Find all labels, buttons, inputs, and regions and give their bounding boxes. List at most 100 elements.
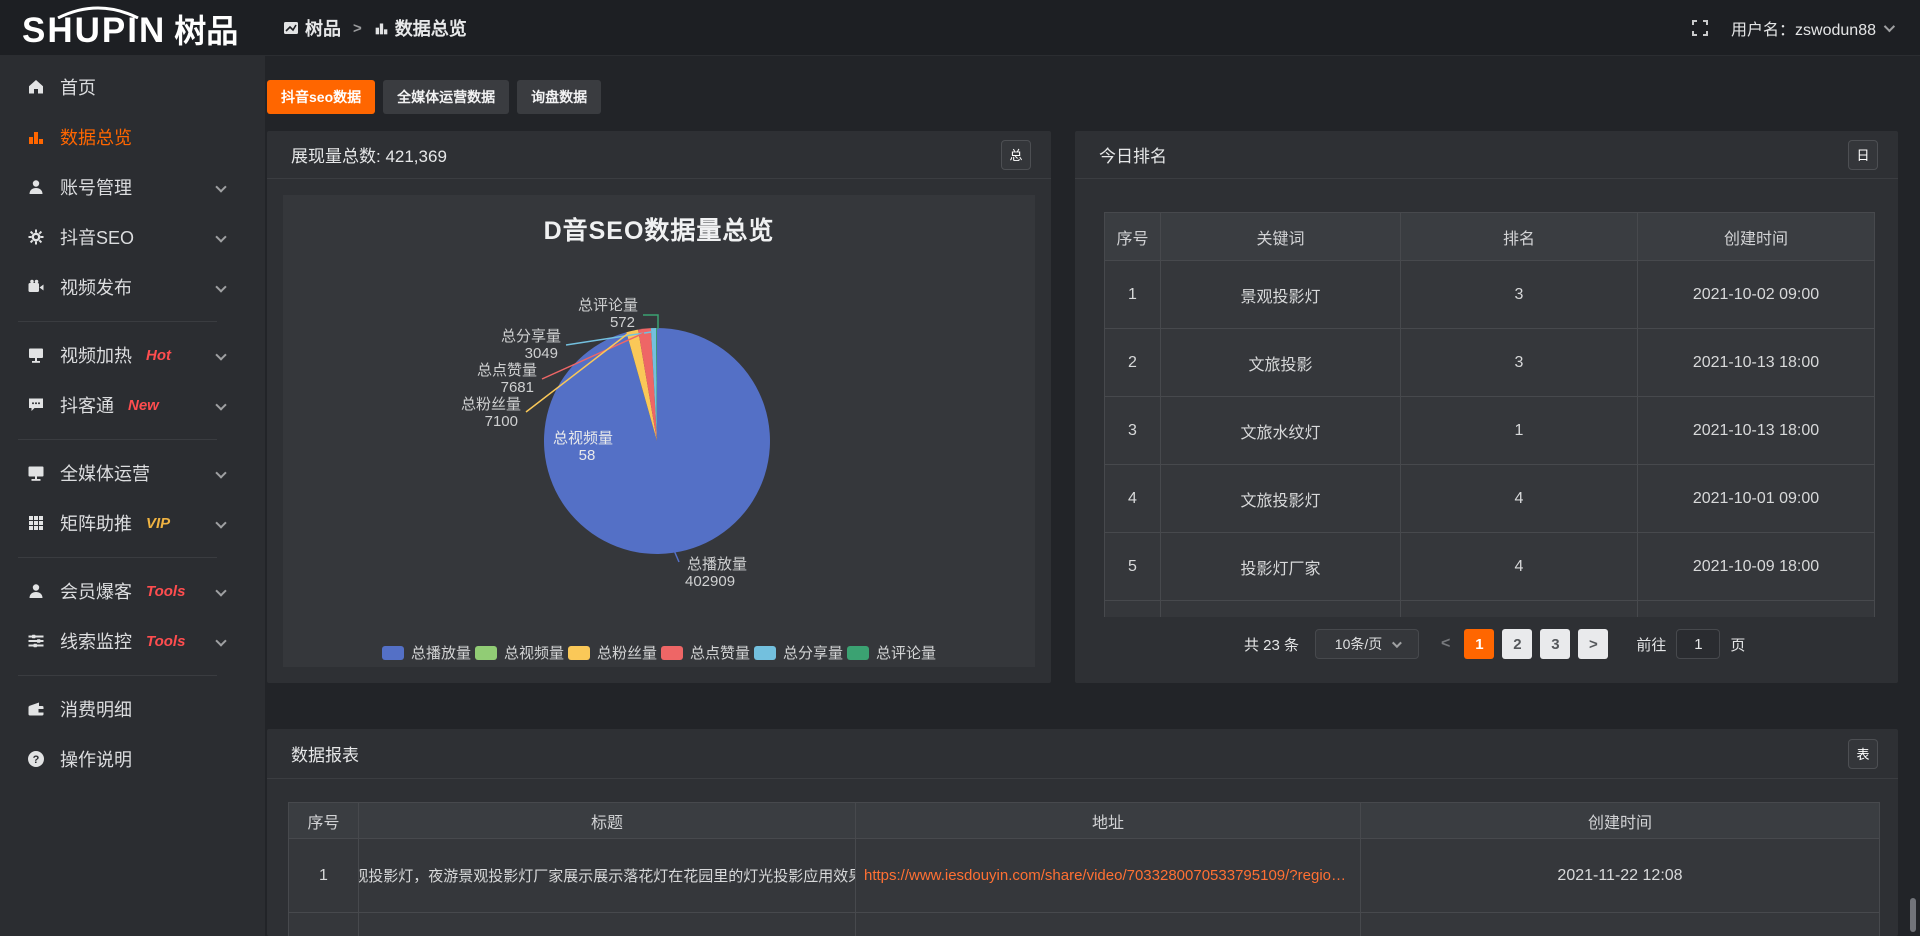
sidebar-item-account[interactable]: 账号管理: [0, 162, 265, 212]
fullscreen-icon[interactable]: [1691, 19, 1709, 37]
chevron-down-icon: [215, 635, 226, 646]
sliders-icon: [27, 632, 45, 650]
sidebar-item-help[interactable]: ? 操作说明: [0, 734, 265, 784]
col-header: 关键词: [1161, 213, 1401, 260]
cell: 3: [1401, 329, 1638, 396]
pie-label-plays: 总播放量 402909: [685, 556, 747, 590]
cell: 4: [1105, 465, 1161, 532]
cell: 4: [1401, 533, 1638, 600]
legend-item-videos[interactable]: 总视频量: [475, 642, 564, 663]
topbar: SHUPIN 树品 树品 > 数据总览 用户名：zswodun88: [0, 0, 1920, 56]
rank-table-header: 序号 关键词 排名 创建时间: [1105, 213, 1874, 261]
cell: 1: [289, 839, 359, 912]
page-size-select[interactable]: 10条/页: [1315, 629, 1419, 659]
table-row: 5 投影灯厂家 4 2021-10-09 18:00: [1105, 533, 1874, 601]
tab-douyin-seo-data[interactable]: 抖音seo数据: [267, 80, 375, 114]
table-row: 4 文旅投影灯 4 2021-10-01 09:00: [1105, 465, 1874, 533]
tools-badge: Tools: [146, 583, 185, 600]
cell: 3: [1105, 397, 1161, 464]
sidebar-item-matrix-boost[interactable]: 矩阵助推 VIP: [0, 498, 265, 548]
svg-text:?: ?: [33, 754, 40, 766]
pagination: 共 23 条 10条/页 < 1 2 3 > 前往 页: [1244, 628, 1745, 660]
breadcrumb-root[interactable]: 树品: [283, 15, 341, 41]
user-menu[interactable]: 用户名：zswodun88: [1731, 16, 1892, 40]
prev-page-button[interactable]: <: [1441, 635, 1450, 653]
sidebar-item-douyin-seo[interactable]: 抖音SEO: [0, 212, 265, 262]
sidebar-item-douketong[interactable]: 抖客通 New: [0, 380, 265, 430]
rank-table: 序号 关键词 排名 创建时间 1 景观投影灯 3 2021-10-02 09:0…: [1104, 212, 1875, 617]
legend-item-plays[interactable]: 总播放量: [382, 642, 471, 663]
col-header: 排名: [1401, 213, 1638, 260]
sidebar-item-data-overview[interactable]: 数据总览: [0, 112, 265, 162]
table-row: 3 文旅水纹灯 1 2021-10-13 18:00: [1105, 397, 1874, 465]
chevron-down-icon: [215, 181, 226, 192]
jump-suffix: 页: [1730, 634, 1745, 655]
cell: 文旅投影: [1161, 329, 1401, 396]
svg-text:58: 58: [579, 447, 596, 464]
daily-view-button[interactable]: 日: [1848, 140, 1878, 170]
sidebar-divider: [18, 675, 217, 676]
legend-swatch: [847, 646, 869, 660]
cell: 2021-10-01 09:00: [1638, 465, 1874, 532]
tab-inquiry-data[interactable]: 询盘数据: [517, 80, 601, 114]
topbar-right: 用户名：zswodun88: [1691, 0, 1892, 56]
sidebar-item-home[interactable]: 首页: [0, 62, 265, 112]
logo-arc: [54, 6, 142, 19]
sidebar-item-spending-detail[interactable]: 消费明细: [0, 684, 265, 734]
wallet-icon: [27, 700, 45, 718]
cell: 1: [1105, 261, 1161, 328]
sidebar-item-video-publish[interactable]: 视频发布: [0, 262, 265, 312]
report-panel-header: 数据报表 表: [267, 729, 1898, 779]
leader-comments: [643, 315, 658, 329]
svg-text:7100: 7100: [485, 413, 518, 430]
user-icon: [27, 178, 45, 196]
tab-omnimedia-data[interactable]: 全媒体运营数据: [383, 80, 509, 114]
cell: 1: [1401, 397, 1638, 464]
chevron-down-icon: [215, 281, 226, 292]
table-row: 1 景观投影灯 3 2021-10-02 09:00: [1105, 261, 1874, 329]
chart-legend: 总播放量 总视频量 总粉丝量 总点赞量 总分享量 总评论量: [283, 642, 1035, 663]
col-header: 序号: [1105, 213, 1161, 260]
legend-item-likes[interactable]: 总点赞量: [661, 642, 750, 663]
monitor-icon: [27, 346, 45, 364]
legend-swatch: [661, 646, 683, 660]
video-link[interactable]: https://www.iesdouyin.com/share/video/70…: [864, 867, 1346, 884]
sidebar-item-member-baoke[interactable]: 会员爆客 Tools: [0, 566, 265, 616]
jump-page-input[interactable]: [1676, 629, 1720, 659]
username-label: 用户名：zswodun88: [1731, 16, 1876, 40]
gear-icon: [27, 228, 45, 246]
col-header: 地址: [856, 803, 1361, 838]
total-view-button[interactable]: 总: [1001, 140, 1031, 170]
page-button-2[interactable]: 2: [1502, 629, 1532, 659]
breadcrumb-current[interactable]: 数据总览: [374, 15, 467, 41]
today-rank-panel: 今日排名 日 序号 关键词 排名 创建时间 1 景观投影灯 3 2021-10-…: [1075, 131, 1898, 683]
report-table: 序号 标题 地址 创建时间 1 景观投影灯，夜游景观投影灯厂家展示展示落花灯在花…: [288, 802, 1880, 936]
cell: 文旅投影灯: [1161, 465, 1401, 532]
table-view-button[interactable]: 表: [1848, 739, 1878, 769]
cell: 投影灯厂家: [1161, 533, 1401, 600]
page-button-1[interactable]: 1: [1464, 629, 1494, 659]
bar-chart-icon: [374, 21, 389, 36]
next-page-button[interactable]: >: [1578, 629, 1608, 659]
cell: 景观投影灯: [1161, 261, 1401, 328]
page-button-3[interactable]: 3: [1540, 629, 1570, 659]
chevron-down-icon: [1884, 21, 1895, 32]
home-icon: [27, 78, 45, 96]
seo-chart-panel: 展现量总数: 421,369 总 D音SEO数据量总览 总评论量 572 总分享: [267, 131, 1051, 683]
legend-item-shares[interactable]: 总分享量: [754, 642, 843, 663]
sidebar: 首页 数据总览 账号管理 抖音SEO 视频发布 视频加热 Hot: [0, 56, 265, 936]
video-url-cell: https://www.iesdouyin.com/share/video/70…: [856, 839, 1361, 912]
svg-text:总视频量: 总视频量: [553, 430, 613, 447]
sidebar-item-omnimedia[interactable]: 全媒体运营: [0, 448, 265, 498]
sidebar-item-lead-monitor[interactable]: 线索监控 Tools: [0, 616, 265, 666]
svg-text:总点赞量: 总点赞量: [477, 362, 537, 379]
sidebar-item-video-heat[interactable]: 视频加热 Hot: [0, 330, 265, 380]
scrollbar[interactable]: [1910, 898, 1916, 932]
pie-chart-svg: D音SEO数据量总览 总评论量 572 总分享量 3049 总点赞: [283, 195, 1035, 667]
chevron-down-icon: [215, 349, 226, 360]
data-report-panel: 数据报表 表 序号 标题 地址 创建时间 1 景观投影灯，夜游景观投影灯厂家展示…: [267, 729, 1898, 936]
pie-label-comments: 总评论量 572: [578, 297, 638, 331]
legend-item-fans[interactable]: 总粉丝量: [568, 642, 657, 663]
legend-item-comments[interactable]: 总评论量: [847, 642, 936, 663]
svg-text:总分享量: 总分享量: [501, 328, 561, 345]
